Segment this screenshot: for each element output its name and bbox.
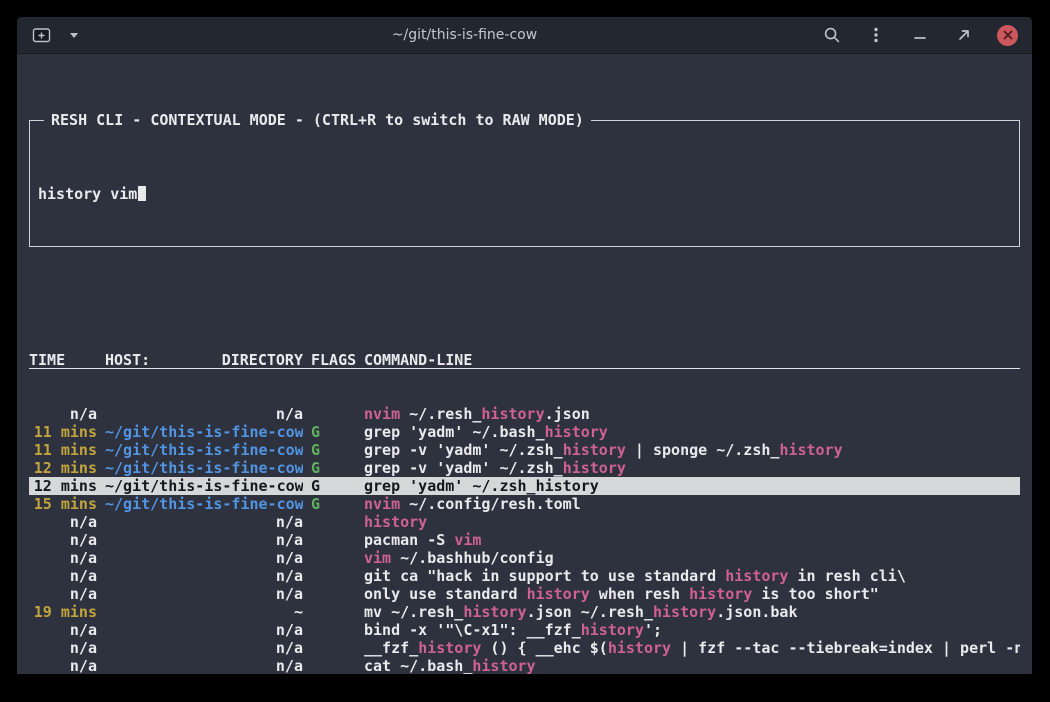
add-terminal-icon[interactable]: [31, 24, 53, 46]
row-command: grep 'yadm' ~/.zsh_history: [364, 477, 1020, 495]
row-flags: G: [311, 495, 356, 513]
row-time: 11 mins: [29, 441, 97, 459]
row-time: 15 mins: [29, 495, 97, 513]
row-command: __fzf_history () { __ehc $(history | fzf…: [364, 639, 1020, 657]
desktop-background: ~/git/this-is-fine-cow: [0, 0, 1050, 702]
history-row[interactable]: n/a n/a cat ~/.bash_history: [29, 657, 1020, 674]
row-time: n/a: [29, 657, 97, 674]
row-command: vim ~/.bashhub/config: [364, 549, 1020, 567]
row-host-directory: ~/git/this-is-fine-cow: [105, 459, 303, 477]
chevron-down-icon[interactable]: [63, 24, 85, 46]
restore-button[interactable]: [953, 24, 975, 46]
row-command: only use standard history when resh hist…: [364, 585, 1020, 603]
search-query-text: history vim: [38, 185, 137, 203]
history-row[interactable]: n/a n/a pacman -S vim: [29, 531, 1020, 549]
row-time: 11 mins: [29, 423, 97, 441]
row-time: n/a: [29, 549, 97, 567]
row-host-directory: ~/git/this-is-fine-cow: [105, 477, 303, 495]
row-flags: G: [311, 423, 356, 441]
history-row[interactable]: n/a n/a only use standard history when res…: [29, 585, 1020, 603]
table-header: TIME HOST:DIRECTORY FLAGS COMMAND-LINE: [29, 351, 1020, 369]
row-command: cat ~/.bash_history: [364, 657, 1020, 674]
row-host-directory: n/a: [105, 585, 303, 603]
history-row[interactable]: n/a n/a __fzf_history () { __ehc $(history…: [29, 639, 1020, 657]
row-time: n/a: [29, 531, 97, 549]
row-time: n/a: [29, 567, 97, 585]
row-host-directory: ~: [105, 603, 303, 621]
row-host-directory: n/a: [105, 531, 303, 549]
terminal-window: ~/git/this-is-fine-cow: [17, 17, 1032, 674]
row-command: nvim ~/.resh_history.json: [364, 405, 1020, 423]
history-row[interactable]: n/a n/a vim ~/.bashhub/config: [29, 549, 1020, 567]
header-time: TIME: [29, 351, 97, 369]
row-time: n/a: [29, 621, 97, 639]
history-row[interactable]: 11 mins ~/git/this-is-fine-cow Ggrep -v 'y…: [29, 441, 1020, 459]
row-host-directory: n/a: [105, 549, 303, 567]
row-time: n/a: [29, 585, 97, 603]
history-row[interactable]: n/a n/a bind -x '"\C-x1": __fzf_history';: [29, 621, 1020, 639]
history-row[interactable]: n/a n/a nvim ~/.resh_history.json: [29, 405, 1020, 423]
history-row[interactable]: 15 mins ~/git/this-is-fine-cow Gnvim ~/.co…: [29, 495, 1020, 513]
titlebar-left-controls: [31, 24, 151, 46]
history-row[interactable]: 12 mins ~/git/this-is-fine-cow Ggrep -v 'y…: [29, 459, 1020, 477]
row-time: n/a: [29, 639, 97, 657]
history-row[interactable]: n/a n/a history: [29, 513, 1020, 531]
row-command: grep -v 'yadm' ~/.zsh_history: [364, 459, 1020, 477]
window-title: ~/git/this-is-fine-cow: [151, 27, 778, 43]
row-flags: G: [311, 441, 356, 459]
row-host-directory: n/a: [105, 639, 303, 657]
row-host-directory: n/a: [105, 621, 303, 639]
history-table: TIME HOST:DIRECTORY FLAGS COMMAND-LINE n…: [29, 315, 1020, 674]
titlebar: ~/git/this-is-fine-cow: [17, 17, 1032, 54]
history-rows: n/an/anvim ~/.resh_history.json11 mins~/…: [29, 405, 1020, 674]
mode-banner: RESH CLI - CONTEXTUAL MODE - (CTRL+R to …: [44, 111, 591, 129]
close-button[interactable]: [997, 25, 1018, 46]
row-command: bind -x '"\C-x1": __fzf_history';: [364, 621, 1020, 639]
history-row[interactable]: 12 mins ~/git/this-is-fine-cow Ggrep 'yadm…: [29, 477, 1020, 495]
row-host-directory: ~/git/this-is-fine-cow: [105, 495, 303, 513]
resh-search-box[interactable]: RESH CLI - CONTEXTUAL MODE - (CTRL+R to …: [29, 120, 1020, 247]
row-command: git ca "hack in support to use standard …: [364, 567, 1020, 585]
row-flags: G: [311, 459, 356, 477]
search-input[interactable]: history vim: [38, 185, 1011, 203]
history-row[interactable]: 19 mins ~ mv ~/.resh_history.json ~/.resh_…: [29, 603, 1020, 621]
row-command: pacman -S vim: [364, 531, 1020, 549]
row-host-directory: n/a: [105, 657, 303, 674]
kebab-menu-icon[interactable]: [865, 24, 887, 46]
row-host-directory: n/a: [105, 513, 303, 531]
row-flags: G: [311, 477, 356, 495]
row-time: 12 mins: [29, 477, 97, 495]
text-cursor: [138, 186, 146, 201]
header-command: COMMAND-LINE: [364, 351, 1020, 369]
history-row[interactable]: 11 mins ~/git/this-is-fine-cow Ggrep 'yadm…: [29, 423, 1020, 441]
row-time: 19 mins: [29, 603, 97, 621]
row-host-directory: ~/git/this-is-fine-cow: [105, 441, 303, 459]
row-time: n/a: [29, 405, 97, 423]
terminal-content: RESH CLI - CONTEXTUAL MODE - (CTRL+R to …: [17, 54, 1032, 674]
minimize-button[interactable]: [909, 24, 931, 46]
titlebar-right-controls: [778, 24, 1018, 46]
row-command: grep -v 'yadm' ~/.zsh_history | sponge ~…: [364, 441, 1020, 459]
row-command: nvim ~/.config/resh.toml: [364, 495, 1020, 513]
row-host-directory: ~/git/this-is-fine-cow: [105, 423, 303, 441]
row-time: 12 mins: [29, 459, 97, 477]
row-command: history: [364, 513, 1020, 531]
history-row[interactable]: n/a n/a git ca "hack in support to use sta…: [29, 567, 1020, 585]
row-time: n/a: [29, 513, 97, 531]
search-icon[interactable]: [821, 24, 843, 46]
row-host-directory: n/a: [105, 567, 303, 585]
row-command: mv ~/.resh_history.json ~/.resh_history.…: [364, 603, 1020, 621]
row-host-directory: n/a: [105, 405, 303, 423]
header-flags: FLAGS: [311, 351, 356, 369]
header-host-directory: HOST:DIRECTORY: [105, 351, 303, 369]
row-command: grep 'yadm' ~/.bash_history: [364, 423, 1020, 441]
